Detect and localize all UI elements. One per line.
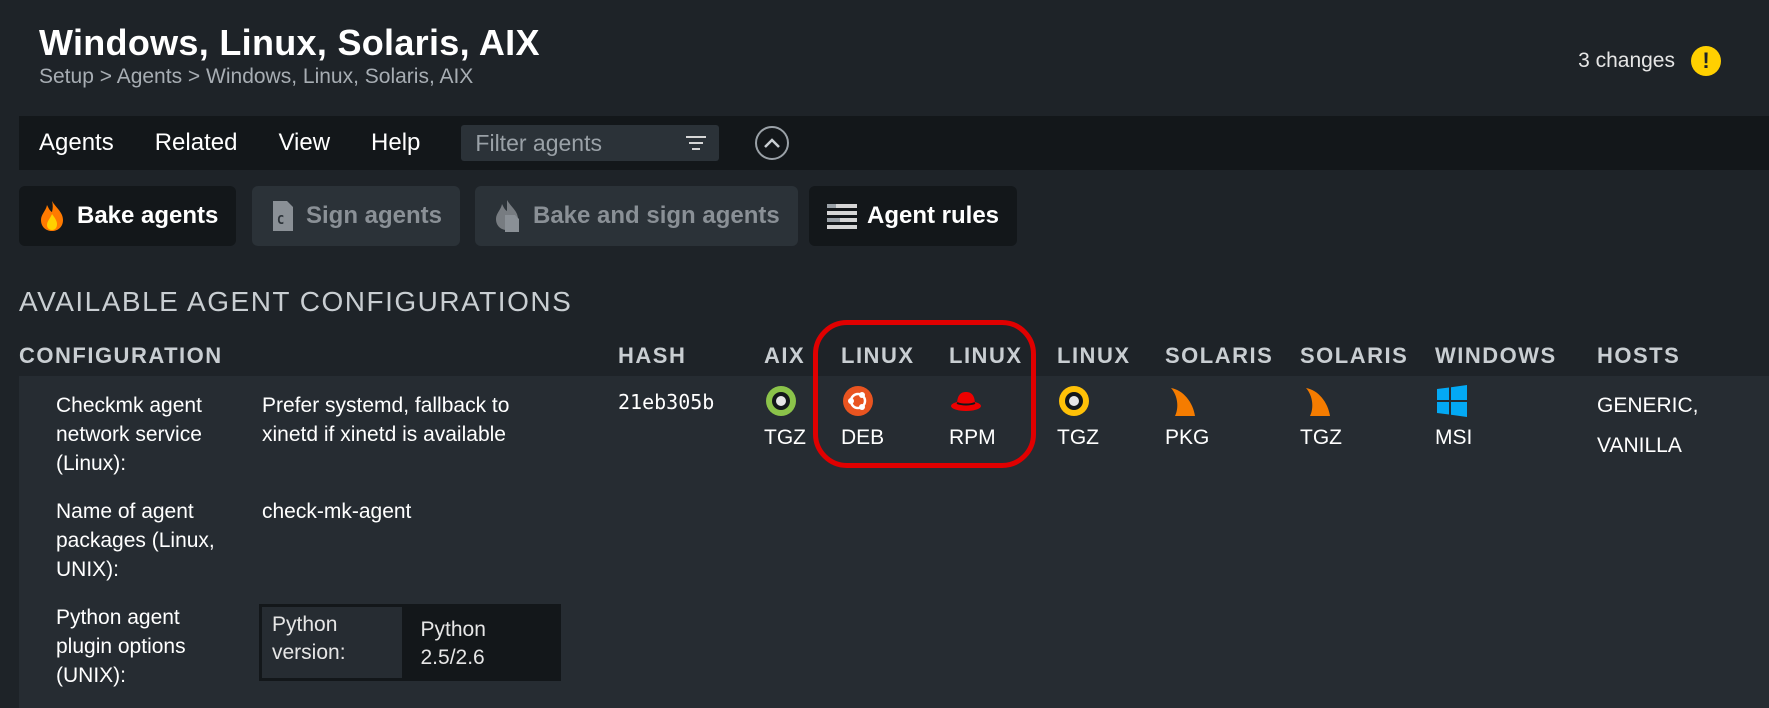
pending-changes[interactable]: 3 changes !: [1578, 46, 1721, 76]
package-aix: TGZ: [764, 384, 806, 450]
fire-icon: [37, 200, 67, 232]
bake-agents-button[interactable]: Bake agents: [19, 186, 237, 246]
package-linux-tgz: TGZ: [1057, 384, 1099, 450]
sign-agents-label: Sign agents: [306, 202, 443, 229]
agent-rules-button[interactable]: Agent rules: [809, 186, 1018, 246]
redhat-icon[interactable]: [949, 384, 983, 418]
hosts-list: GENERIC, VANILLA: [1597, 386, 1699, 466]
windows-icon[interactable]: [1435, 384, 1469, 418]
page-menu-bar: Agents Related View Help: [19, 116, 1769, 170]
header-linux-rpm: LINUX: [949, 343, 1023, 368]
bake-and-sign-button[interactable]: Bake and sign agents: [475, 186, 798, 246]
menu-agents[interactable]: Agents: [39, 129, 114, 157]
ubuntu-icon[interactable]: [841, 384, 875, 418]
breadcrumb-agents[interactable]: Agents: [117, 65, 182, 88]
menu-related[interactable]: Related: [155, 129, 238, 157]
header-hosts: HOSTS: [1597, 343, 1681, 368]
menu-help[interactable]: Help: [371, 129, 420, 157]
filter-icon[interactable]: [685, 136, 707, 150]
header-hash: HASH: [618, 343, 687, 368]
package-linux-rpm: RPM: [949, 384, 996, 450]
download-label[interactable]: TGZ: [1300, 426, 1342, 449]
download-label[interactable]: PKG: [1165, 426, 1209, 449]
header-configuration: CONFIGURATION: [19, 343, 223, 368]
breadcrumb: Setup > Agents > Windows, Linux, Solaris…: [39, 65, 473, 89]
filter-box: [461, 125, 720, 161]
header-solaris-pkg: SOLARIS: [1165, 343, 1274, 368]
setting-value: Prefer systemd, fallback to xinetd if xi…: [262, 394, 510, 446]
setting-name: Name of agent packages (Linux, UNIX):: [56, 500, 215, 581]
download-label[interactable]: MSI: [1435, 426, 1472, 449]
agent-rules-label: Agent rules: [867, 202, 1000, 229]
menu-view[interactable]: View: [278, 129, 330, 157]
changes-label: 3 changes: [1578, 49, 1675, 72]
package-windows: MSI: [1435, 384, 1472, 450]
solaris-icon[interactable]: [1300, 384, 1334, 418]
header-solaris-tgz: SOLARIS: [1300, 343, 1409, 368]
header-linux-tgz: LINUX: [1057, 343, 1131, 368]
header-aix: AIX: [764, 343, 806, 368]
bake-and-sign-label: Bake and sign agents: [533, 202, 780, 229]
warning-icon: !: [1691, 46, 1721, 76]
chevron-up-icon: [764, 138, 781, 148]
collapse-toggle-button[interactable]: [755, 126, 790, 160]
config-hash: 21eb305b: [618, 390, 715, 414]
section-title: AVAILABLE AGENT CONFIGURATIONS: [19, 286, 573, 317]
setting-name: Checkmk agent network service (Linux):: [56, 394, 202, 475]
solaris-icon[interactable]: [1165, 384, 1199, 418]
aix-icon[interactable]: [764, 384, 798, 418]
sign-agents-button[interactable]: C Sign agents: [252, 186, 461, 246]
package-solaris-tgz: TGZ: [1300, 384, 1342, 450]
download-label[interactable]: TGZ: [764, 426, 806, 449]
download-label[interactable]: TGZ: [1057, 426, 1099, 449]
breadcrumb-separator: >: [99, 65, 112, 88]
rules-icon: [827, 203, 857, 229]
setting-value: check-mk-agent: [262, 500, 412, 523]
download-label[interactable]: DEB: [841, 426, 884, 449]
python-version-label: Python version:: [262, 607, 402, 678]
download-label[interactable]: RPM: [949, 426, 996, 449]
filter-input[interactable]: [473, 128, 678, 158]
header-linux-deb: LINUX: [841, 343, 915, 368]
fire-certificate-icon: [493, 199, 523, 233]
setting-name: Python agent plugin options (UNIX):: [56, 606, 186, 687]
table-row: Checkmk agent network service (Linux): P…: [19, 376, 1769, 708]
package-linux-deb: DEB: [841, 384, 884, 450]
header-windows: WINDOWS: [1435, 343, 1557, 368]
certificate-icon: C: [270, 200, 296, 232]
package-solaris-pkg: PKG: [1165, 384, 1209, 450]
python-version-value: Python 2.5/2.6: [420, 618, 486, 669]
page-title: Windows, Linux, Solaris, AIX: [39, 22, 540, 63]
breadcrumb-setup[interactable]: Setup: [39, 65, 94, 88]
host-name[interactable]: GENERIC,: [1597, 386, 1699, 426]
bake-agents-label: Bake agents: [77, 202, 219, 229]
breadcrumb-separator: >: [187, 65, 201, 88]
svg-text:C: C: [277, 213, 284, 227]
linux-tgz-icon[interactable]: [1057, 384, 1091, 418]
python-options-table: Python version: Python 2.5/2.6: [259, 604, 561, 681]
host-name[interactable]: VANILLA: [1597, 426, 1699, 466]
breadcrumb-current[interactable]: Windows, Linux, Solaris, AIX: [206, 65, 473, 88]
